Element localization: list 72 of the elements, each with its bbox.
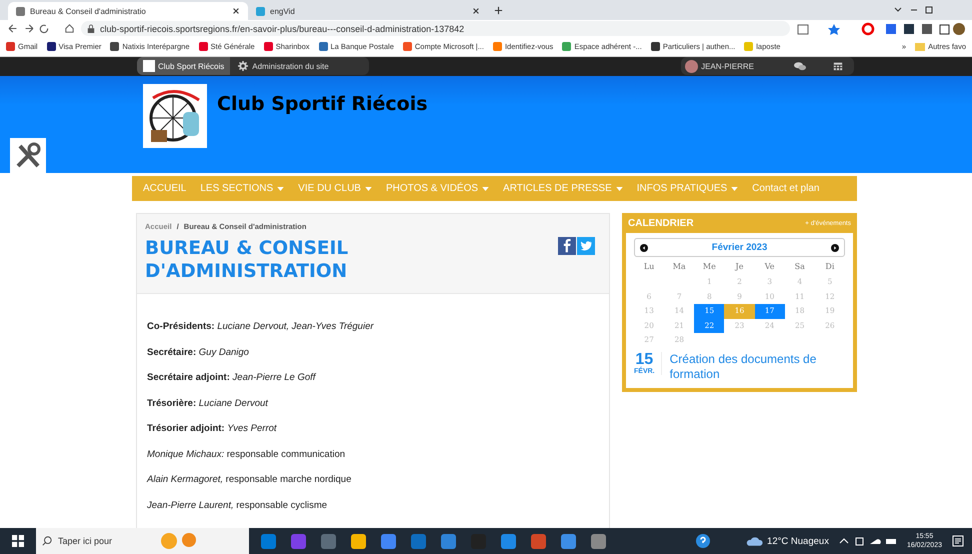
member-line: Co-Présidents: Luciane Dervout, Jean-Yves Tréguier: [147, 320, 375, 334]
member-line: Secrétaire: Guy Danigo: [147, 346, 250, 360]
extensions-icon[interactable]: [796, 22, 966, 36]
weekday-label: Ve: [764, 261, 776, 273]
page-title: BUREAU & CONSEIL D'ADMINISTRATION: [145, 237, 350, 283]
nav-item[interactable]: ACCUEIL: [136, 183, 194, 194]
nav-item[interactable]: Contact et plan: [745, 183, 826, 194]
nav-item[interactable]: LES SECTIONS: [193, 183, 292, 194]
weekday-label: Di: [824, 261, 836, 273]
taskbar-app-icon[interactable]: [261, 534, 276, 548]
member-line: Alain Kermagoret, responsable marche nordique: [147, 473, 352, 487]
home-icon[interactable]: [64, 23, 75, 34]
close-icon[interactable]: [232, 7, 240, 15]
taskbar-app-icon[interactable]: [441, 534, 456, 548]
close-icon[interactable]: [472, 7, 480, 15]
weekday-label: Me: [702, 261, 717, 273]
weekday-label: Lu: [642, 261, 656, 273]
site-link[interactable]: Club Sport Riécois: [137, 57, 230, 75]
facebook-icon[interactable]: [558, 237, 576, 255]
event-title[interactable]: Création des documents de formation: [670, 352, 845, 382]
month-selector: Février 2023: [634, 238, 845, 257]
taskbar-app-icon[interactable]: [531, 534, 546, 548]
member-line: Secrétaire adjoint: Jean-Pierre Le Goff: [147, 371, 318, 385]
taskbar-app-icon[interactable]: [591, 534, 606, 548]
avatar-icon: [685, 60, 698, 72]
taskbar-app-icon[interactable]: [501, 534, 516, 548]
nav-item[interactable]: ARTICLES DE PRESSE: [496, 183, 630, 194]
tools-icon[interactable]: [10, 138, 46, 174]
gear-icon: [238, 61, 248, 71]
member-line: Jean-Pierre Laurent, responsable cyclisme: [147, 498, 328, 512]
lock-icon: [87, 24, 95, 34]
taskbar-app-icon[interactable]: [381, 534, 396, 548]
chat-icon[interactable]: [794, 61, 806, 71]
caret-icon: [616, 186, 623, 190]
caret-icon: [364, 186, 372, 190]
search-icon: [42, 536, 52, 546]
club-logo-icon: [143, 84, 207, 148]
site-title: Club Sportif Riécois: [217, 93, 428, 117]
weather-text[interactable]: 12°C Nuageux: [767, 536, 829, 546]
browser-tab[interactable]: Bureau & Conseil d'administratio: [8, 2, 248, 20]
favicon-icon: [256, 6, 265, 16]
nav-item[interactable]: INFOS PRATIQUES: [630, 183, 746, 194]
search-field[interactable]: Taper ici pour: [58, 536, 148, 546]
member-line: Monique Michaux: responsable communication: [147, 448, 346, 462]
caret-icon: [482, 186, 490, 190]
member-line: Trésorière: Luciane Dervout: [147, 396, 270, 410]
weekday-label: Ma: [672, 261, 687, 273]
admin-link[interactable]: Administration du site: [230, 61, 369, 71]
calendar-title: CALENDRIER: [628, 218, 694, 228]
caret-icon: [731, 186, 738, 190]
weekday-label: Je: [734, 261, 744, 273]
weekday-label: Sa: [794, 261, 806, 273]
taskbar-app-icon[interactable]: [351, 534, 366, 548]
folder-icon: [915, 42, 926, 50]
taskbar-app-icon[interactable]: [561, 534, 576, 548]
help-icon[interactable]: [696, 534, 710, 548]
event-day: 15: [635, 352, 654, 368]
new-tab-icon[interactable]: [494, 6, 503, 15]
calendar-icon[interactable]: [832, 61, 844, 71]
browser-tab[interactable]: engVid: [248, 2, 488, 20]
previous-icon[interactable]: [640, 244, 648, 252]
cloud-icon: [746, 535, 764, 547]
twitter-icon[interactable]: [577, 237, 595, 255]
nav-item[interactable]: VIE DU CLUB: [291, 183, 379, 194]
notification-icon[interactable]: [952, 535, 964, 547]
member-line: Trésorier adjoint: Yves Perrot: [147, 422, 278, 436]
nav-item[interactable]: PHOTOS & VIDÉOS: [378, 183, 496, 194]
favicon-icon: [16, 6, 25, 16]
start-icon[interactable]: [12, 535, 24, 547]
address-field[interactable]: club-sportif-riecois.sportsregions.fr/en-savoir-plus/bureau---conseil-d-administration-137842: [81, 21, 790, 36]
caret-icon: [277, 186, 284, 190]
next-icon[interactable]: [831, 244, 839, 252]
